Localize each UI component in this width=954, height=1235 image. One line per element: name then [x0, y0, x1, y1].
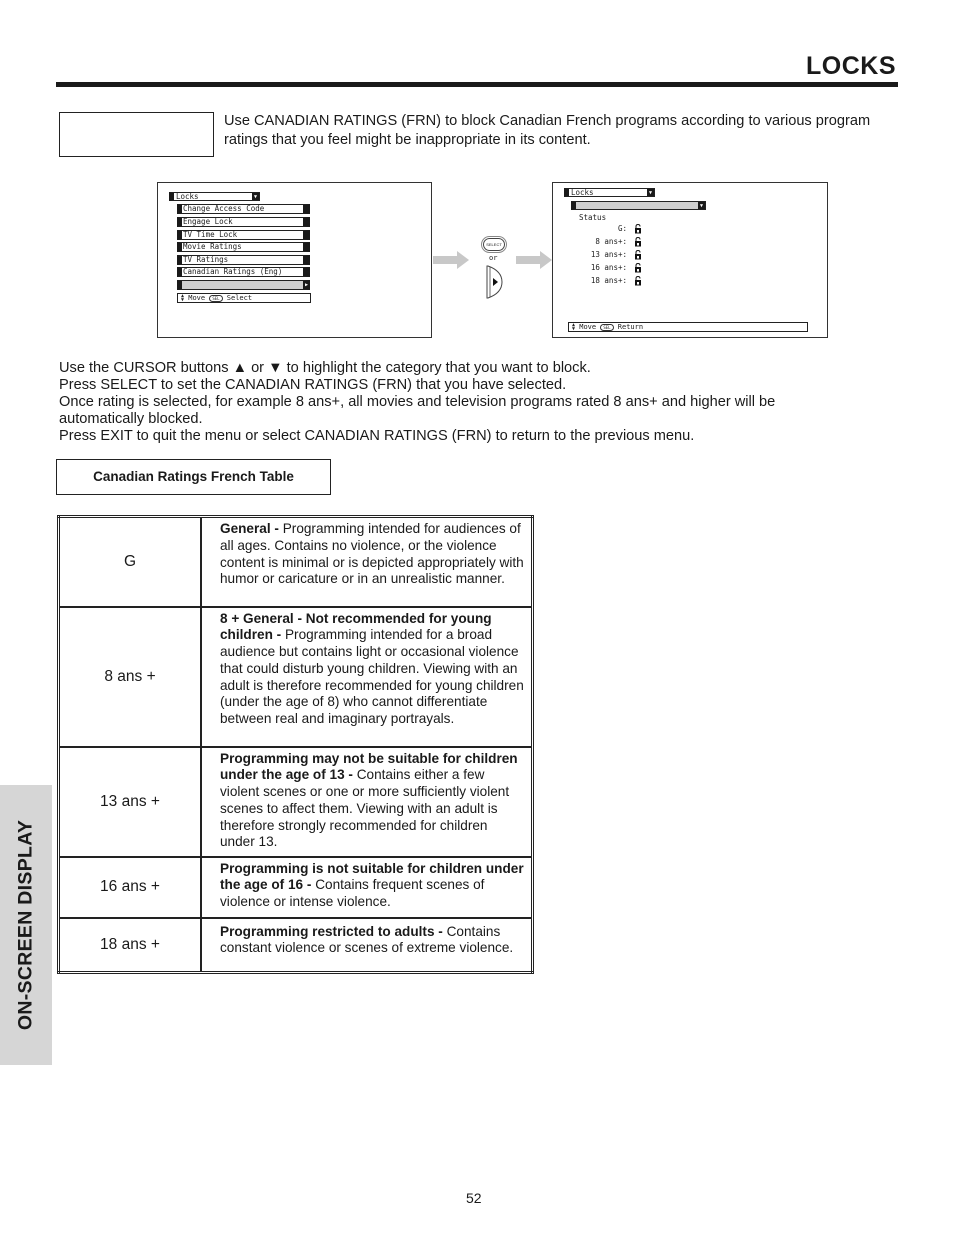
- menu-item-engage-lock[interactable]: Engage Lock: [177, 217, 310, 227]
- instruction-line: Use the CURSOR buttons ▲ or ▼ to highlig…: [59, 360, 591, 376]
- right-arrow-icon: ▶: [304, 282, 308, 288]
- rating-heading: General -: [220, 521, 283, 536]
- ratings-table: G General - Programming intended for aud…: [57, 515, 534, 974]
- menu-item-canadian-ratings-eng[interactable]: Canadian Ratings (Eng): [177, 267, 310, 277]
- unlocked-padlock-icon: [635, 224, 641, 234]
- unlocked-padlock-icon: [635, 263, 641, 273]
- or-label: or: [489, 254, 498, 262]
- title-rule: [56, 82, 898, 87]
- help-move-label: Move: [188, 294, 206, 302]
- rating-description: General - Programming intended for audie…: [200, 516, 533, 607]
- section-label-box: [59, 112, 214, 157]
- table-row: 16 ans + Programming is not suitable for…: [58, 856, 533, 918]
- help-bar: ▲ ▼ Move SEL Return: [568, 322, 808, 332]
- table-row: 13 ans + Programming may not be suitable…: [58, 746, 533, 857]
- menu-item-label: TV Time Lock: [183, 230, 238, 239]
- rating-label: 13 ans+:: [590, 250, 627, 259]
- rating-description: 8 + General - Not recommended for young …: [200, 606, 533, 747]
- unlocked-padlock-icon: [635, 276, 641, 286]
- up-down-arrows-icon: ▲ ▼: [181, 293, 185, 303]
- rating-description: Programming is not suitable for children…: [200, 856, 533, 918]
- menu-title-bar[interactable]: Locks ▼: [564, 188, 655, 197]
- menu-title-bar[interactable]: Locks ▼: [169, 192, 260, 201]
- page-title: LOCKS: [806, 52, 896, 80]
- intro-text: Use CANADIAN RATINGS (FRN) to block Cana…: [224, 113, 871, 148]
- rating-row-8-ans[interactable]: 8 ans+:: [553, 237, 643, 249]
- rating-label: 16 ans+:: [590, 263, 627, 272]
- side-tab-label: ON-SCREEN DISPLAY: [14, 819, 37, 1031]
- menu-item-label: Canadian Ratings (Eng): [183, 267, 283, 276]
- table-title: Canadian Ratings French Table: [56, 459, 331, 495]
- instruction-line: Press SELECT to set the CANADIAN RATINGS…: [59, 377, 567, 393]
- section-side-tab: ON-SCREEN DISPLAY: [0, 785, 52, 1065]
- dropdown-arrow-icon: ▼: [647, 189, 654, 196]
- cursor-right-button-icon: [486, 265, 503, 299]
- rating-code: 13 ans +: [58, 746, 202, 857]
- rating-row-g[interactable]: G:: [553, 224, 643, 236]
- help-move-label: Move: [579, 323, 597, 331]
- table-row: 18 ans + Programming restricted to adult…: [58, 917, 533, 973]
- table-row: G General - Programming intended for aud…: [58, 516, 533, 607]
- unlocked-padlock-icon: [635, 250, 641, 260]
- rating-row-13-ans[interactable]: 13 ans+:: [553, 250, 643, 262]
- select-button-icon: SELECT: [482, 237, 506, 252]
- submenu-title-bar[interactable]: ▼: [571, 201, 706, 210]
- rating-description: Programming may not be suitable for chil…: [200, 746, 533, 857]
- menu-item-label: Movie Ratings: [183, 242, 242, 251]
- help-return-label: Return: [617, 323, 644, 331]
- rating-code: G: [58, 516, 202, 607]
- flow-arrow-icon: [516, 251, 552, 269]
- up-down-arrows-icon: ▲ ▼: [572, 322, 576, 332]
- menu-item-canadian-ratings-frn-highlighted[interactable]: ▶: [177, 280, 310, 290]
- rating-label: G:: [617, 224, 627, 233]
- rating-code: 18 ans +: [58, 917, 202, 973]
- flow-arrow-icon: [433, 251, 469, 269]
- dropdown-arrow-icon: ▼: [698, 202, 705, 209]
- menu-item-label: Engage Lock: [183, 217, 233, 226]
- rating-label: 18 ans+:: [590, 276, 627, 285]
- table-row: 8 ans + 8 + General - Not recommended fo…: [58, 606, 533, 747]
- rating-code: 16 ans +: [58, 856, 202, 918]
- instruction-line: Once rating is selected, for example 8 a…: [59, 394, 776, 427]
- tv-screen-canadian-ratings-frn: Locks ▼ ▼ Status G: 8 ans+: 13 ans+: 16 …: [552, 182, 828, 338]
- page-number: 52: [466, 1190, 482, 1206]
- menu-item-label: Change Access Code: [183, 204, 265, 213]
- rating-label: 8 ans+:: [595, 237, 627, 246]
- status-label: Status: [579, 213, 607, 222]
- rating-heading: Programming restricted to adults -: [220, 923, 447, 939]
- rating-code: 8 ans +: [58, 606, 202, 747]
- rating-row-16-ans[interactable]: 16 ans+:: [553, 263, 643, 275]
- sel-button-icon: SEL: [600, 323, 614, 331]
- tv-screen-locks-menu: Locks ▼ Change Access Code Engage Lock T…: [157, 182, 432, 338]
- help-select-label: Select: [226, 294, 253, 302]
- dropdown-arrow-icon: ▼: [252, 193, 259, 200]
- menu-title: Locks: [176, 192, 199, 201]
- menu-title: Locks: [571, 188, 594, 197]
- menu-item-label: TV Ratings: [183, 255, 229, 264]
- rating-row-18-ans[interactable]: 18 ans+:: [553, 276, 643, 288]
- menu-item-tv-time-lock[interactable]: TV Time Lock: [177, 230, 310, 240]
- rating-description: Programming restricted to adults - Conta…: [200, 917, 533, 973]
- unlocked-padlock-icon: [635, 237, 641, 247]
- menu-item-change-access-code[interactable]: Change Access Code: [177, 204, 310, 214]
- menu-item-movie-ratings[interactable]: Movie Ratings: [177, 242, 310, 252]
- menu-item-tv-ratings[interactable]: TV Ratings: [177, 255, 310, 265]
- instruction-line: Press EXIT to quit the menu or select CA…: [59, 428, 695, 444]
- sel-button-icon: SEL: [209, 294, 223, 302]
- instructions: Use the CURSOR buttons ▲ or ▼ to highlig…: [59, 360, 849, 445]
- help-bar: ▲ ▼ Move SEL Select: [177, 293, 311, 303]
